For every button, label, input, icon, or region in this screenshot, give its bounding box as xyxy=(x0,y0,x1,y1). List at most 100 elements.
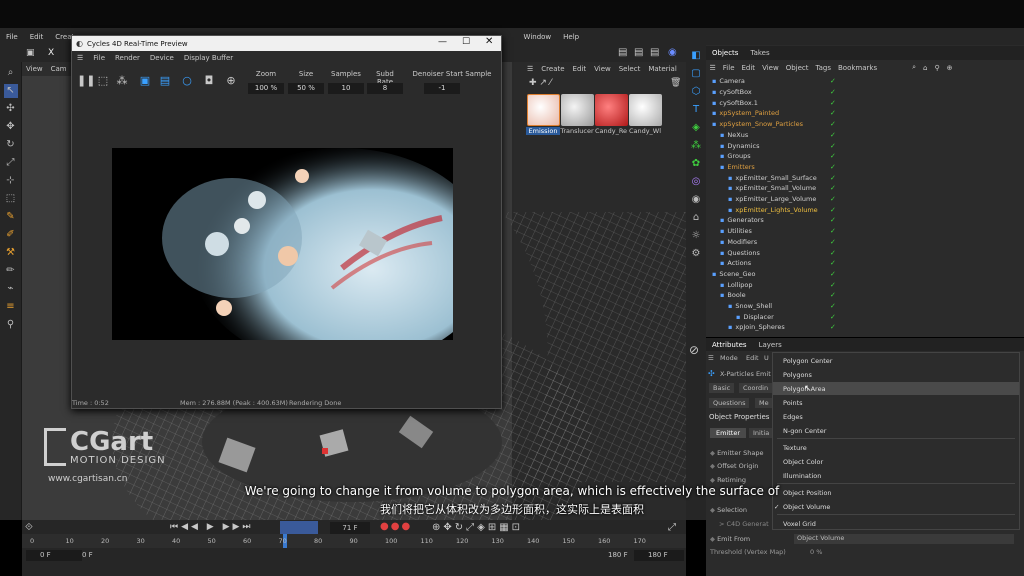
object-row[interactable]: ▪ xpEmitter_Small_Volume ✓ xyxy=(706,183,1024,194)
cycles-icon[interactable]: ◉ xyxy=(668,47,677,58)
visibility-check-icon[interactable]: ✓ xyxy=(830,227,836,235)
visibility-check-icon[interactable]: ✓ xyxy=(830,216,836,224)
tab-layers[interactable]: Layers xyxy=(753,341,788,349)
visibility-check-icon[interactable]: ✓ xyxy=(830,163,836,171)
obj-menu-edit[interactable]: Edit xyxy=(738,64,759,72)
visibility-check-icon[interactable]: ✓ xyxy=(830,88,836,96)
render-menu-display-buffer[interactable]: Display Buffer xyxy=(179,54,238,62)
region-icon[interactable]: ⬚ xyxy=(96,74,110,88)
visibility-check-icon[interactable]: ✓ xyxy=(830,99,836,107)
move-icon[interactable]: ✥ xyxy=(4,120,18,134)
option-voxel-grid[interactable]: Voxel Grid xyxy=(783,520,816,528)
attr-menu-edit[interactable]: Edit xyxy=(746,354,759,362)
close-icon[interactable]: ✕ xyxy=(485,36,493,47)
mat-menu-edit[interactable]: Edit xyxy=(569,65,591,73)
x-axis-icon[interactable]: X xyxy=(48,48,54,58)
option-polygons[interactable]: Polygons xyxy=(783,371,812,379)
obj-menu-tags[interactable]: Tags xyxy=(812,64,835,72)
obj-home-icon[interactable]: ⌂ xyxy=(920,64,931,72)
visibility-check-icon[interactable]: ✓ xyxy=(830,302,836,310)
camera-icon[interactable]: ◘ xyxy=(202,74,216,88)
attr-tab-coord[interactable]: Coordin xyxy=(739,383,773,393)
mat-hamburger-icon[interactable]: ☰ xyxy=(523,65,537,73)
search-icon[interactable]: ⌕ xyxy=(4,66,18,80)
attribute-search-icon[interactable]: ⊘ xyxy=(689,343,699,357)
visibility-check-icon[interactable]: ✓ xyxy=(830,184,836,192)
material-candy-white[interactable] xyxy=(629,94,662,126)
menu-edit[interactable]: Edit xyxy=(24,33,50,41)
circle-icon[interactable]: ○ xyxy=(180,74,194,88)
emit-from-dropdown[interactable]: Object Volume xyxy=(794,534,1014,544)
field-icon[interactable]: ◉ xyxy=(689,193,703,207)
save-icon[interactable]: ▤ xyxy=(158,74,172,88)
rotate-icon[interactable]: ↻ xyxy=(4,138,18,152)
object-row[interactable]: ▪ xpEmitter_Large_Volume ✓ xyxy=(706,194,1024,205)
trash-icon[interactable]: 🗑 xyxy=(670,78,681,88)
mat-tool-icons[interactable]: ✚ ↗ ⁄ xyxy=(529,78,551,88)
object-row[interactable]: ▪ Displacer ✓ xyxy=(706,311,1024,322)
object-row[interactable]: ▪ Snow_Shell ✓ xyxy=(706,301,1024,312)
film-icon[interactable]: ▣ xyxy=(26,48,35,58)
visibility-check-icon[interactable]: ✓ xyxy=(830,291,836,299)
object-row[interactable]: ▪ Actions ✓ xyxy=(706,258,1024,269)
option-edges[interactable]: Edges xyxy=(783,413,803,421)
transform-icon[interactable]: ⬚ xyxy=(4,192,18,206)
object-row[interactable]: ▪ NeXus ✓ xyxy=(706,130,1024,141)
subd-rate-field[interactable]: 8 xyxy=(367,83,403,94)
mat-menu-select[interactable]: Select xyxy=(615,65,645,73)
mat-menu-create[interactable]: Create xyxy=(537,65,568,73)
object-row[interactable]: ▪ Utilities ✓ xyxy=(706,226,1024,237)
option-polygon-center[interactable]: Polygon Center xyxy=(783,357,832,365)
timeline-expand-icon[interactable]: ⤢ xyxy=(668,522,676,533)
generator-icon[interactable]: ◈ xyxy=(689,121,703,135)
option-illumination[interactable]: Illumination xyxy=(783,472,821,480)
attr-hamburger-icon[interactable]: ☰ xyxy=(708,354,714,362)
link-icon[interactable]: ⚲ xyxy=(4,318,18,332)
object-row[interactable]: ▪ Camera ✓ xyxy=(706,76,1024,87)
size-field[interactable]: 50 % xyxy=(288,83,324,94)
magnet-icon[interactable]: ≡ xyxy=(4,300,18,314)
object-row[interactable]: ▪ xpEmitter_Lights_Volume ✓ xyxy=(706,204,1024,215)
option-points[interactable]: Points xyxy=(783,399,803,407)
option-texture[interactable]: Texture xyxy=(783,444,807,452)
visibility-check-icon[interactable]: ✓ xyxy=(830,152,836,160)
object-row[interactable]: ▪ xpJoin_Spheres ✓ xyxy=(706,322,1024,333)
deformer-icon[interactable]: ◎ xyxy=(689,175,703,189)
visibility-check-icon[interactable]: ✓ xyxy=(830,109,836,117)
obj-menu-view[interactable]: View xyxy=(759,64,783,72)
render-menu-render[interactable]: Render xyxy=(110,54,145,62)
visibility-check-icon[interactable]: ✓ xyxy=(830,206,836,214)
samples-field[interactable]: 10 xyxy=(328,83,364,94)
current-frame-field[interactable]: 71 F xyxy=(330,522,370,534)
start-frame-field[interactable]: 0 F xyxy=(26,550,82,561)
object-row[interactable]: ▪ Groups ✓ xyxy=(706,151,1024,162)
obj-search-icon[interactable]: ⌕ xyxy=(909,63,920,72)
tab-takes[interactable]: Takes xyxy=(744,49,775,57)
maximize-icon[interactable]: ☐ xyxy=(462,37,470,47)
visibility-check-icon[interactable]: ✓ xyxy=(830,174,836,182)
effector-icon[interactable]: ✿ xyxy=(689,157,703,171)
end-frame-field[interactable]: 180 F xyxy=(634,550,684,561)
obj-new-icon[interactable]: ⊕ xyxy=(943,64,956,72)
brush-icon[interactable]: ✏ xyxy=(4,264,18,278)
light-icon[interactable]: ☼ xyxy=(689,229,703,243)
text-icon[interactable]: T xyxy=(689,103,703,117)
visibility-check-icon[interactable]: ✓ xyxy=(830,313,836,321)
keyframe-mode-icons[interactable]: ⊕✥↻⤢◈⊞▦⊡ xyxy=(432,522,523,533)
paint-icon[interactable]: ⚒ xyxy=(4,246,18,260)
visibility-check-icon[interactable]: ✓ xyxy=(830,323,836,331)
object-row[interactable]: ▪ cySoftBox.1 ✓ xyxy=(706,97,1024,108)
live-select-icon[interactable]: ✣ xyxy=(4,102,18,116)
viewport-menu-cameras[interactable]: Cam xyxy=(47,65,71,73)
attr-menu-mode[interactable]: Mode xyxy=(720,354,738,362)
visibility-check-icon[interactable]: ✓ xyxy=(830,270,836,278)
timeline-key-icon[interactable]: ⟐ xyxy=(25,522,33,533)
scene-icon[interactable]: ⚙ xyxy=(689,247,703,261)
obj-menu-object[interactable]: Object xyxy=(782,64,812,72)
visibility-check-icon[interactable]: ✓ xyxy=(830,281,836,289)
material-translucent[interactable] xyxy=(561,94,594,126)
object-row[interactable]: ▪ Modifiers ✓ xyxy=(706,237,1024,248)
object-row[interactable]: ▪ xpSystem_Snow_Particles ✓ xyxy=(706,119,1024,130)
option-object-color[interactable]: Object Color xyxy=(783,458,823,466)
render-settings-icon[interactable]: ▤ xyxy=(650,47,659,58)
